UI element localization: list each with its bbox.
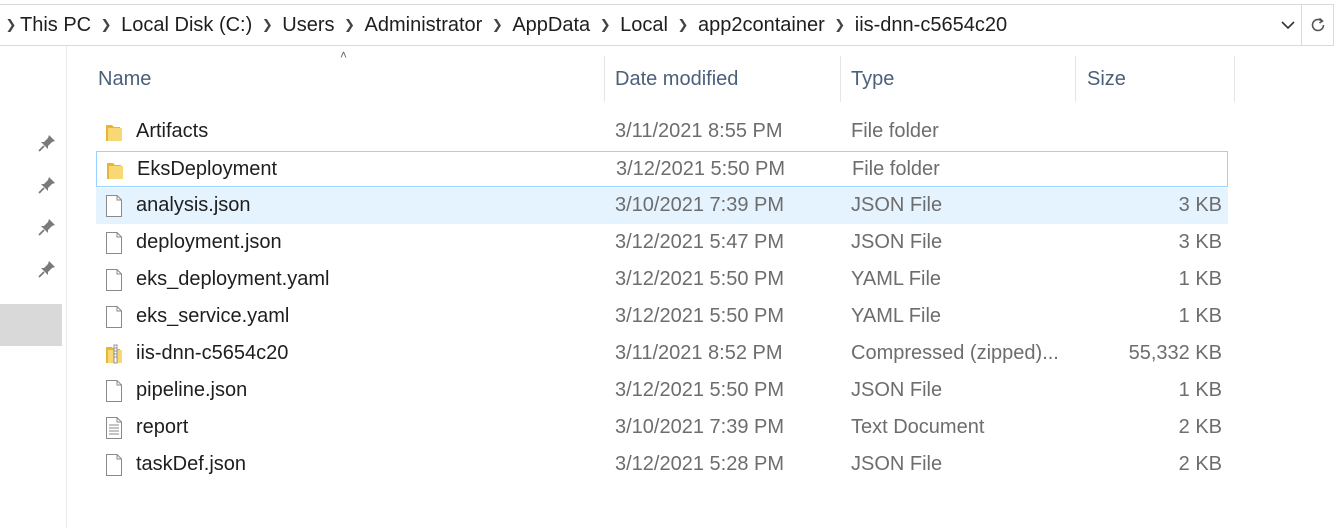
file-type: Text Document [851, 416, 985, 438]
file-type: YAML File [851, 305, 942, 327]
file-icon [106, 306, 122, 328]
chevron-right-icon[interactable]: ❯ [590, 17, 620, 33]
file-date: 3/12/2021 5:50 PM [615, 268, 785, 290]
file-icon [106, 454, 122, 476]
chevron-right-icon[interactable]: ❯ [2, 17, 20, 33]
column-divider[interactable] [840, 56, 841, 102]
chevron-right-icon[interactable]: ❯ [252, 17, 282, 33]
file-icon [106, 380, 122, 402]
file-size: 55,332 KB [1128, 342, 1222, 364]
file-row[interactable]: iis-dnn-c5654c20 3/11/2021 8:52 PM Compr… [96, 336, 1228, 372]
folder-icon [107, 163, 123, 179]
file-name: EksDeployment [137, 158, 278, 180]
breadcrumb-item-this-pc[interactable]: This PC [20, 14, 91, 37]
column-header-type[interactable]: Type [851, 56, 1073, 102]
pin-icon[interactable] [36, 258, 58, 280]
zip-folder-icon [106, 344, 122, 364]
pin-icon[interactable] [36, 132, 58, 154]
file-row[interactable]: EksDeployment 3/12/2021 5:50 PM File fol… [96, 151, 1228, 187]
file-type: JSON File [851, 453, 943, 475]
file-row[interactable]: eks_deployment.yaml 3/12/2021 5:50 PM YA… [96, 262, 1228, 298]
chevron-right-icon[interactable]: ❯ [825, 17, 855, 33]
folder-icon [106, 125, 122, 141]
file-type: JSON File [851, 194, 943, 216]
file-date: 3/11/2021 8:52 PM [615, 342, 783, 364]
file-icon [106, 195, 122, 217]
breadcrumb-item-appdata[interactable]: AppData [512, 14, 590, 37]
file-size: 1 KB [1178, 305, 1222, 327]
file-row[interactable]: analysis.json 3/10/2021 7:39 PM JSON Fil… [96, 188, 1228, 224]
file-type: JSON File [851, 231, 943, 253]
file-type: Compressed (zipped)... [851, 342, 1059, 364]
file-type: File folder [852, 158, 940, 180]
column-divider[interactable] [604, 56, 605, 102]
chevron-right-icon[interactable]: ❯ [482, 17, 512, 33]
column-header-date-label: Date modified [615, 67, 739, 90]
file-date: 3/10/2021 7:39 PM [615, 416, 785, 438]
address-history-dropdown[interactable] [1275, 5, 1301, 45]
file-row[interactable]: report 3/10/2021 7:39 PM Text Document 2… [96, 410, 1228, 446]
column-header-size-label: Size [1087, 67, 1126, 90]
file-row[interactable]: taskDef.json 3/12/2021 5:28 PM JSON File… [96, 447, 1228, 483]
file-size: 3 KB [1178, 231, 1222, 253]
file-icon [106, 232, 122, 254]
chevron-right-icon[interactable]: ❯ [91, 17, 121, 33]
file-date: 3/12/2021 5:50 PM [616, 158, 786, 180]
file-size: 2 KB [1178, 453, 1222, 475]
chevron-down-icon [1281, 21, 1295, 30]
file-row[interactable]: eks_service.yaml 3/12/2021 5:50 PM YAML … [96, 299, 1228, 335]
file-row[interactable]: deployment.json 3/12/2021 5:47 PM JSON F… [96, 225, 1228, 261]
column-header-type-label: Type [851, 67, 895, 90]
column-divider[interactable] [1075, 56, 1076, 102]
chevron-right-icon[interactable]: ❯ [335, 17, 365, 33]
column-header-size[interactable]: Size [1087, 56, 1233, 102]
file-name: iis-dnn-c5654c20 [136, 342, 289, 364]
file-date: 3/12/2021 5:28 PM [615, 453, 785, 475]
file-size: 2 KB [1178, 416, 1222, 438]
file-type: File folder [851, 120, 939, 142]
file-date: 3/10/2021 7:39 PM [615, 194, 785, 216]
file-type: YAML File [851, 268, 942, 290]
file-name: taskDef.json [136, 453, 247, 475]
file-name: pipeline.json [136, 379, 248, 401]
breadcrumb-item-administrator[interactable]: Administrator [365, 14, 483, 37]
refresh-icon [1311, 17, 1324, 32]
file-date: 3/12/2021 5:47 PM [615, 231, 785, 253]
navigation-pane [0, 46, 67, 528]
column-divider[interactable] [1234, 56, 1235, 102]
breadcrumb: ❯ This PC ❯ Local Disk (C:) ❯ Users ❯ Ad… [0, 5, 1275, 45]
file-row[interactable]: pipeline.json 3/12/2021 5:50 PM JSON Fil… [96, 373, 1228, 409]
file-date: 3/11/2021 8:55 PM [615, 120, 783, 142]
file-name: eks_service.yaml [136, 305, 290, 327]
file-size: 1 KB [1178, 268, 1222, 290]
file-type: JSON File [851, 379, 943, 401]
file-name: Artifacts [136, 120, 209, 142]
address-bar[interactable]: ❯ This PC ❯ Local Disk (C:) ❯ Users ❯ Ad… [0, 4, 1302, 46]
column-header-name-label: Name [98, 67, 152, 90]
file-row[interactable]: Artifacts 3/11/2021 8:55 PM File folder [96, 114, 1228, 150]
file-date: 3/12/2021 5:50 PM [615, 379, 785, 401]
pin-icon[interactable] [36, 174, 58, 196]
file-date: 3/12/2021 5:50 PM [615, 305, 785, 327]
breadcrumb-item-current[interactable]: iis-dnn-c5654c20 [855, 14, 1007, 37]
column-header-date[interactable]: Date modified [615, 56, 839, 102]
file-size: 3 KB [1178, 194, 1222, 216]
file-name: report [136, 416, 189, 438]
file-icon [106, 269, 122, 291]
breadcrumb-item-local-disk[interactable]: Local Disk (C:) [121, 14, 252, 37]
breadcrumb-item-local[interactable]: Local [620, 14, 668, 37]
file-name: deployment.json [136, 231, 282, 253]
breadcrumb-item-app2container[interactable]: app2container [698, 14, 825, 37]
breadcrumb-item-users[interactable]: Users [282, 14, 334, 37]
nav-selected-item[interactable] [0, 304, 62, 346]
pin-icon[interactable] [36, 216, 58, 238]
refresh-button[interactable] [1302, 4, 1334, 46]
chevron-right-icon[interactable]: ❯ [668, 17, 698, 33]
file-name: analysis.json [136, 194, 251, 216]
text-file-icon [106, 417, 122, 439]
column-header-name[interactable]: Name [98, 56, 603, 102]
file-size: 1 KB [1178, 379, 1222, 401]
file-name: eks_deployment.yaml [136, 268, 330, 290]
